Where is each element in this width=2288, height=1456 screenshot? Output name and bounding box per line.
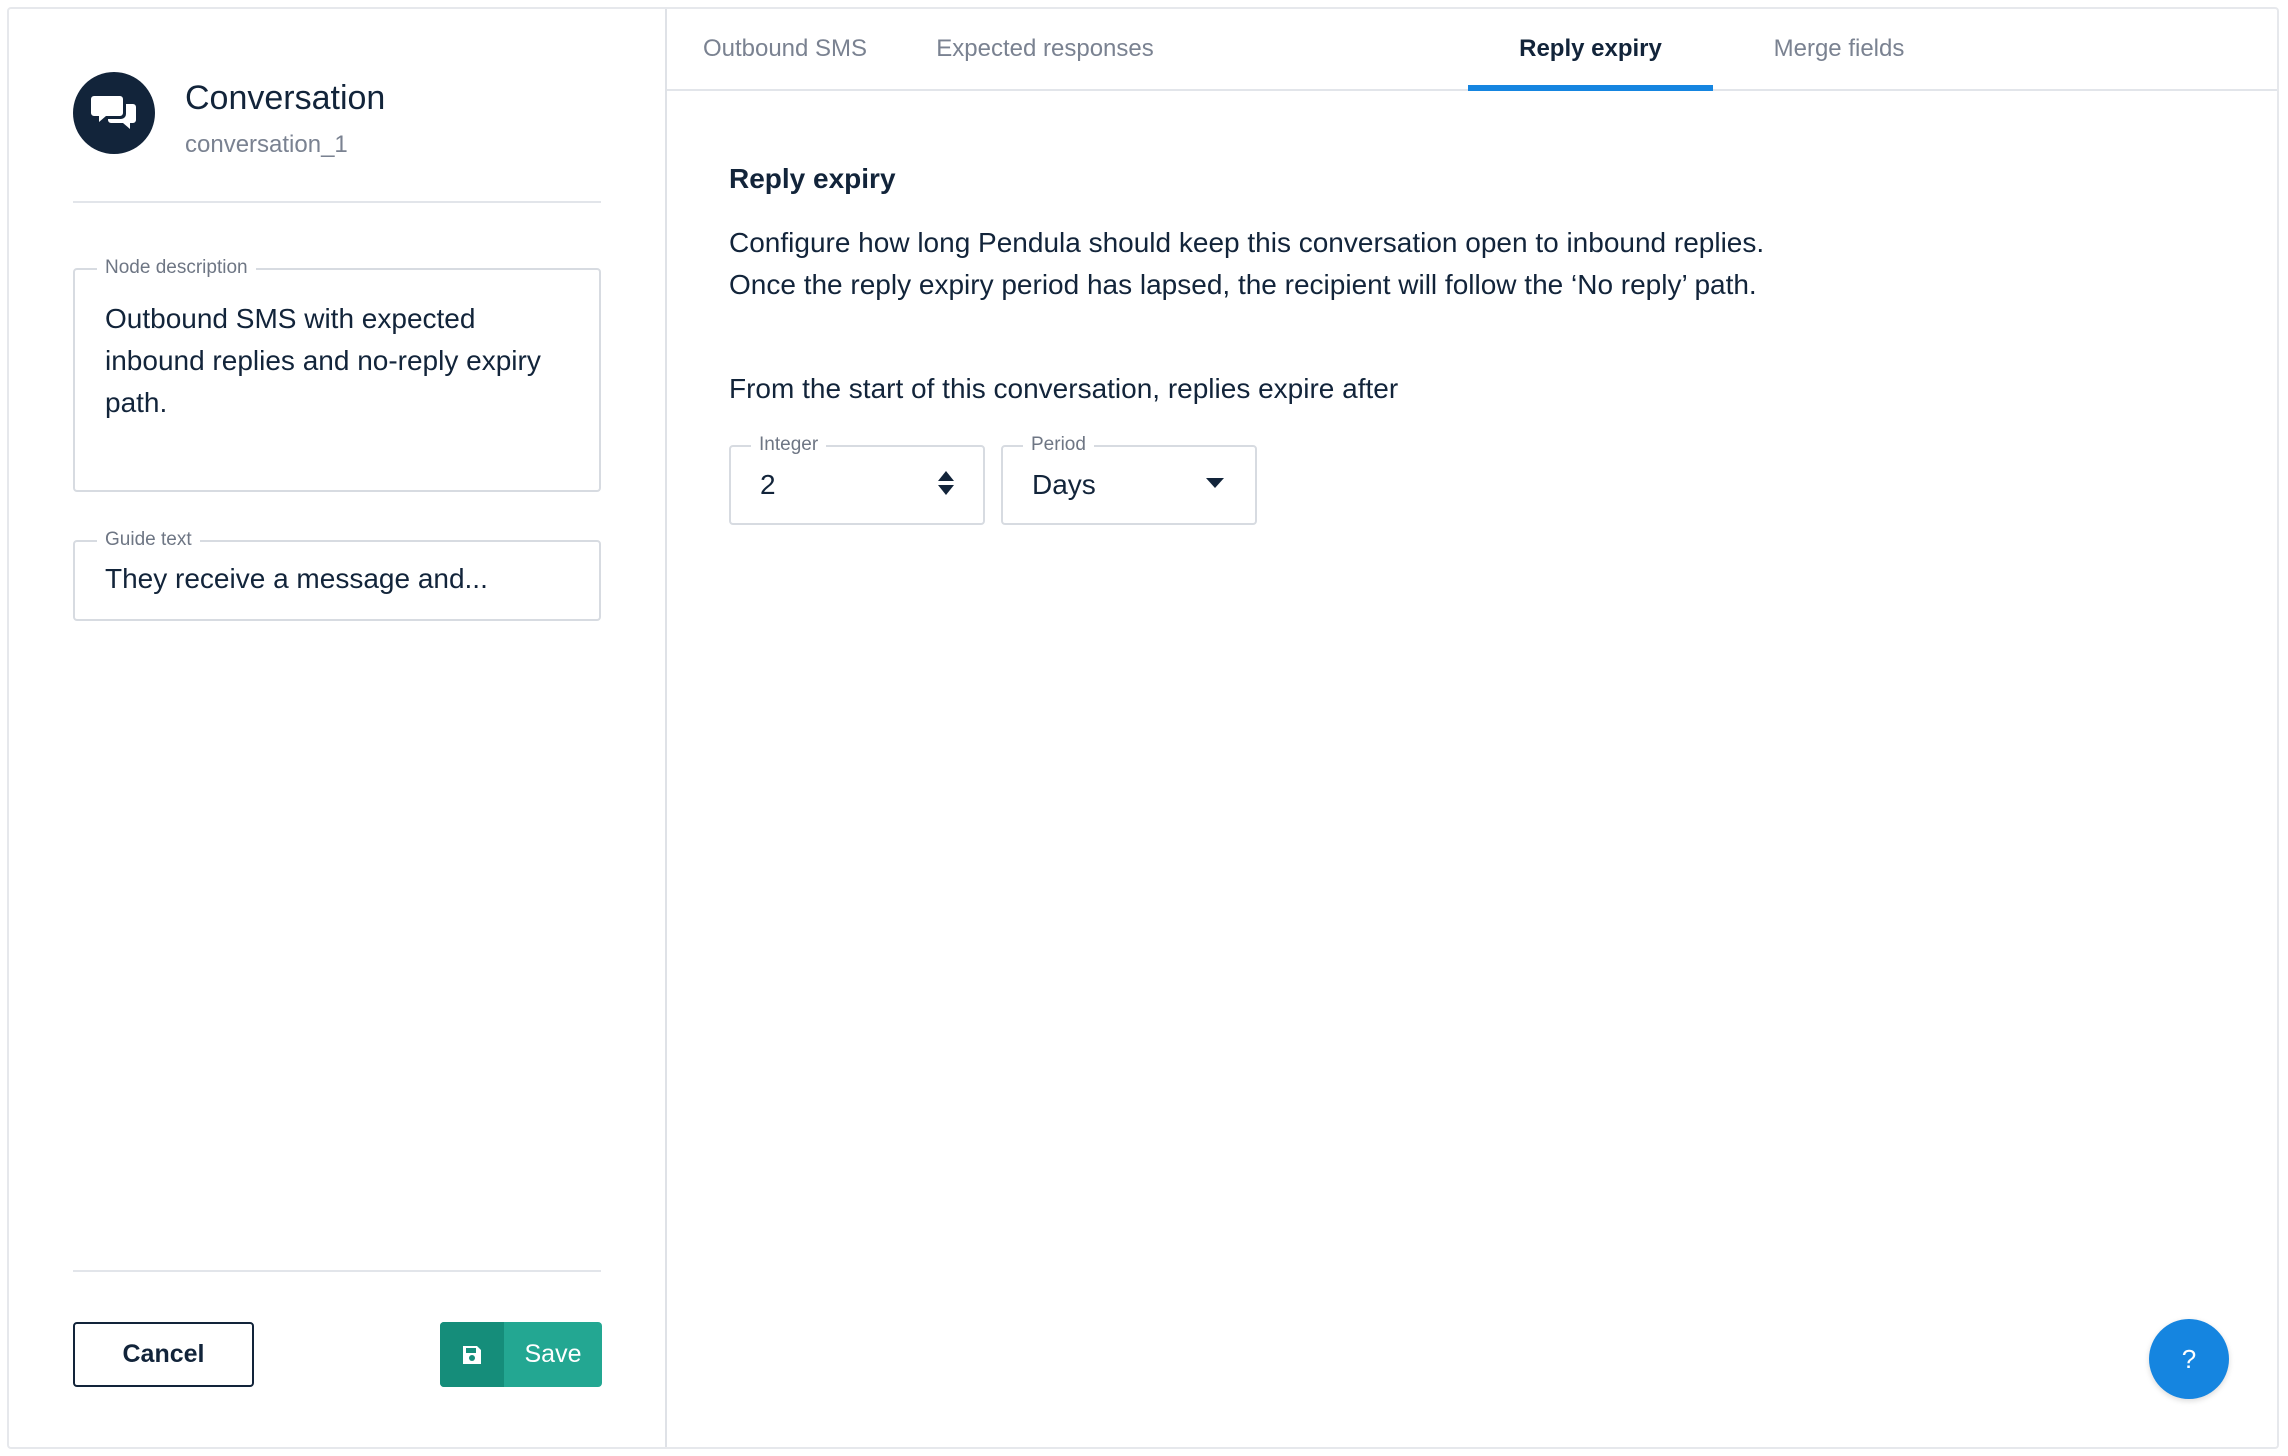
help-button[interactable]: ? <box>2149 1319 2229 1399</box>
footer-divider <box>73 1270 601 1272</box>
tab-expected-responses[interactable]: Expected responses <box>905 9 1185 89</box>
node-description-label: Node description <box>97 257 256 279</box>
guide-text-label: Guide text <box>97 529 200 551</box>
integer-label: Integer <box>751 434 827 456</box>
expiry-prompt: From the start of this conversation, rep… <box>729 373 1399 404</box>
stepper-arrows-icon[interactable] <box>937 470 955 501</box>
floppy-disk-icon <box>440 1322 504 1387</box>
description-line-2: Once the reply expiry period has lapsed,… <box>729 269 1757 300</box>
save-button[interactable]: Save <box>440 1322 602 1387</box>
node-description-field[interactable]: Node description Outbound SMS with expec… <box>73 257 601 492</box>
cancel-button[interactable]: Cancel <box>73 1322 254 1387</box>
header-divider <box>73 201 601 203</box>
chat-bubbles-icon <box>73 72 155 154</box>
period-select[interactable]: Period Days <box>1001 434 1257 525</box>
node-config-panel: Outbound SMS Expected responses Reply ex… <box>667 9 2277 1447</box>
period-label: Period <box>1023 434 1094 456</box>
tab-reply-expiry[interactable]: Reply expiry <box>1468 9 1713 91</box>
node-id: conversation_1 <box>185 131 348 158</box>
tab-merge-fields[interactable]: Merge fields <box>1744 9 1934 89</box>
editor-window: Conversation conversation_1 Node descrip… <box>7 7 2279 1449</box>
section-title: Reply expiry <box>729 163 896 194</box>
tab-bar: Outbound SMS Expected responses Reply ex… <box>667 9 2277 91</box>
chevron-down-icon[interactable] <box>1205 476 1225 494</box>
tab-outbound-sms[interactable]: Outbound SMS <box>695 9 875 89</box>
save-button-label: Save <box>524 1340 582 1368</box>
integer-value[interactable]: 2 <box>760 469 937 501</box>
node-description-value[interactable]: Outbound SMS with expected inbound repli… <box>75 270 599 424</box>
node-title: Conversation <box>185 79 386 117</box>
description-line-1: Configure how long Pendula should keep t… <box>729 227 1765 258</box>
guide-text-field[interactable]: Guide text They receive a message and... <box>73 529 601 621</box>
integer-stepper[interactable]: Integer 2 <box>729 434 985 525</box>
period-value[interactable]: Days <box>1032 469 1205 501</box>
node-settings-panel: Conversation conversation_1 Node descrip… <box>9 9 667 1447</box>
section-description: Configure how long Pendula should keep t… <box>729 222 2029 306</box>
